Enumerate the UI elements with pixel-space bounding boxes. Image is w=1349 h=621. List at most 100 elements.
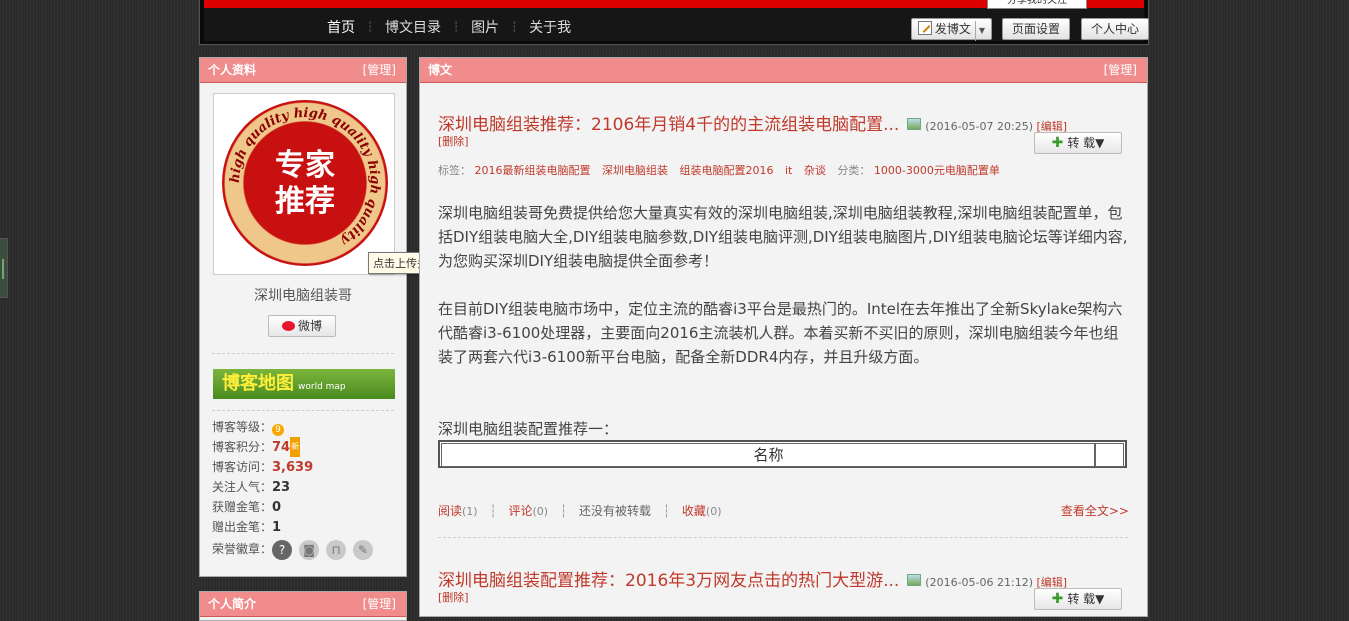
image-icon <box>907 118 922 130</box>
stat-label: 赠出金笔： <box>212 520 273 534</box>
profile-section-bar: 个人资料 [管理] <box>200 58 406 83</box>
avatar[interactable]: high quality high quality high quality 专… <box>213 93 395 275</box>
lock-medal-icon[interactable]: ⊓ <box>326 539 347 560</box>
stat-pens-given: 赠出金笔：1 <box>212 517 402 537</box>
divider <box>212 410 394 411</box>
blog-section-title: 博文 <box>428 63 453 77</box>
table-header-empty <box>1094 443 1124 467</box>
plus-icon: ✚ <box>1051 135 1064 151</box>
comment-count: (0) <box>532 505 549 518</box>
repost-label: 转 载▼ <box>1067 592 1105 606</box>
tag-link[interactable]: 深圳电脑组装 <box>602 164 668 177</box>
chevron-down-icon[interactable]: ▼ <box>974 21 985 41</box>
category-label: 分类： <box>837 164 871 177</box>
plus-icon: ✚ <box>1051 591 1064 607</box>
action-separator: ┆ <box>559 504 568 518</box>
profile-panel: 个人资料 [管理] high quality high quality high… <box>199 57 444 577</box>
write-post-button[interactable]: 发博文 ▼ <box>911 18 992 41</box>
tag-link[interactable]: 组装电脑配置2016 <box>680 164 774 177</box>
blog-section-bar: 博文 [管理] <box>420 58 1147 83</box>
action-separator: ┆ <box>489 504 497 518</box>
repost-button[interactable]: ✚ 转 载▼ <box>1034 132 1122 154</box>
tag-link[interactable]: 杂谈 <box>804 164 826 177</box>
post-date: (2016-05-07 20:25) <box>925 120 1034 133</box>
blog-map-title: 博客地图 <box>222 373 294 394</box>
page-settings-button[interactable]: 页面设置 <box>1002 18 1070 40</box>
blog-posts-panel: 博文 [管理] 深圳电脑组装推荐：2106年月销4千的的主流组装电脑配置... (… <box>419 57 1148 617</box>
nav-blog-catalog[interactable]: 博文目录 <box>373 17 453 37</box>
action-separator: ┆ <box>662 504 671 518</box>
post-title-row: 深圳电脑组装推荐：2106年月销4千的的主流组装电脑配置... (2016-05-… <box>438 110 1067 135</box>
nav-pictures[interactable]: 图片 <box>459 17 511 37</box>
intro-section-bar: 个人简介 [管理] <box>200 592 406 617</box>
stat-value: 1 <box>272 520 282 535</box>
side-panel-tab[interactable] <box>0 238 8 298</box>
post-date: (2016-05-06 21:12) <box>925 576 1034 589</box>
tag-link[interactable]: it <box>785 164 792 177</box>
weibo-label: 微博 <box>297 319 322 333</box>
tag-link[interactable]: 2016最新组装电脑配置 <box>475 164 591 177</box>
delete-post-link[interactable]: [删除] <box>438 133 469 149</box>
stat-badges: 荣誉徽章：? ◙ ⊓ ✎ <box>212 539 402 560</box>
badge-text: 专家 推荐 <box>222 148 388 220</box>
follow-tooltip: 分享我的关注 <box>987 0 1087 9</box>
post-title-row: 深圳电脑组装配置推荐：2016年3万网友点击的热门大型游... (2016-05-… <box>438 566 1067 591</box>
stat-label: 获赠金笔： <box>212 500 273 514</box>
nav-about-me[interactable]: 关于我 <box>517 17 583 37</box>
stat-value: 74 <box>272 440 291 455</box>
weibo-button[interactable]: 微博 <box>268 315 336 337</box>
stat-pens-received: 获赠金笔：0 <box>212 497 402 517</box>
pen-medal-icon[interactable]: ✎ <box>353 539 374 560</box>
config-table: 名称 <box>438 440 1127 468</box>
repost-button[interactable]: ✚ 转 载▼ <box>1034 588 1122 610</box>
post-title[interactable]: 深圳电脑组装推荐：2106年月销4千的的主流组装电脑配置... <box>438 115 899 135</box>
table-header-name: 名称 <box>441 443 1096 467</box>
read-count: (1) <box>462 505 478 518</box>
image-icon <box>907 574 922 586</box>
question-medal-icon[interactable]: ? <box>272 539 293 560</box>
delete-post-link[interactable]: [删除] <box>438 589 469 605</box>
side-panel-grip <box>2 259 4 279</box>
blog-stats: 博客等级： 9 博客积分：74新 博客访问：3,639 关注人气：23 获赠金笔：… <box>212 417 402 560</box>
post-divider <box>438 537 1128 538</box>
repost-label: 转 载▼ <box>1067 136 1105 150</box>
blog-map-subtitle: world map <box>298 382 346 392</box>
stat-followers: 关注人气：23 <box>212 477 402 497</box>
tags-label: 标签： <box>438 164 471 177</box>
profile-manage-link[interactable]: [管理] <box>363 58 396 82</box>
divider <box>212 353 394 354</box>
stat-value: 3,639 <box>272 460 314 475</box>
main-nav: 首页 ┆ 博文目录 ┆ 图片 ┆ 关于我 <box>315 17 583 37</box>
weibo-icon <box>281 321 295 331</box>
camera-medal-icon[interactable]: ◙ <box>299 539 320 560</box>
favorite-link[interactable]: 收藏 <box>682 504 706 518</box>
write-post-label: 发博文 <box>934 22 971 36</box>
comment-link[interactable]: 评论 <box>509 504 533 518</box>
username[interactable]: 深圳电脑组装哥 <box>200 285 406 305</box>
category-link[interactable]: 1000-3000元电脑配置单 <box>874 164 1000 177</box>
config-heading: 深圳电脑组装配置推荐一： <box>438 420 619 438</box>
blog-header: 分享我的关注 首页 ┆ 博文目录 ┆ 图片 ┆ 关于我 发博文 ▼ 页面设置 个人… <box>199 0 1149 45</box>
intro-panel: 个人简介 [管理] <box>199 591 407 621</box>
personal-center-button[interactable]: 个人中心 <box>1081 18 1149 40</box>
read-link[interactable]: 阅读 <box>438 504 462 518</box>
badge-line-1: 专家 <box>275 148 335 183</box>
post-paragraph: 在目前DIY组装电脑市场中，定位主流的酷睿i3平台是最热门的。Intel在去年推… <box>438 300 1123 366</box>
stat-label: 博客访问： <box>212 460 273 474</box>
read-more-link[interactable]: 查看全文>> <box>1061 502 1129 519</box>
post-tags: 标签： 2016最新组装电脑配置 深圳电脑组装 组装电脑配置2016 it 杂谈… <box>438 162 1008 178</box>
intro-manage-link[interactable]: [管理] <box>363 592 396 616</box>
write-pen-icon <box>917 21 932 35</box>
blog-map-banner[interactable]: 博客地图 world map <box>213 369 395 399</box>
stat-value: 0 <box>272 500 282 515</box>
post-title[interactable]: 深圳电脑组装配置推荐：2016年3万网友点击的热门大型游... <box>438 571 899 591</box>
post-actions: 阅读(1) ┆ 评论(0) ┆ 还没有被转载 ┆ 收藏(0) <box>438 502 722 519</box>
blog-manage-link[interactable]: [管理] <box>1104 58 1137 82</box>
badge-line-2: 推荐 <box>275 184 335 219</box>
stat-label: 博客积分： <box>212 440 273 454</box>
new-badge-icon: 新 <box>290 437 301 457</box>
stat-label: 荣誉徽章： <box>212 542 273 556</box>
profile-section-title: 个人资料 <box>208 63 257 77</box>
nav-home[interactable]: 首页 <box>315 17 367 37</box>
level-icon[interactable]: 9 <box>272 424 285 436</box>
